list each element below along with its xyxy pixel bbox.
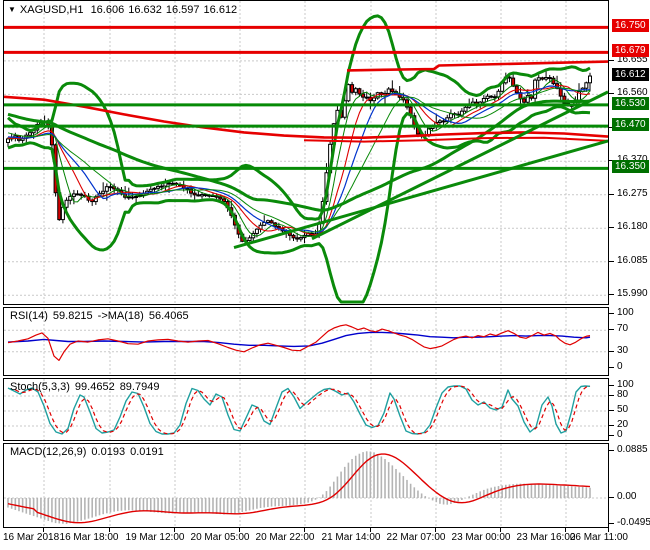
price-level-badge: 16.612: [612, 68, 649, 81]
stoch-d-value: 89.7949: [119, 381, 160, 393]
time-axis-label: 22 Mar 07:00: [386, 532, 446, 543]
axis-tick: [609, 261, 614, 262]
chart-title: ▼ XAGUSD,H1 16.606 16.632 16.597 16.612: [8, 4, 241, 16]
time-axis-label: 23 Mar 16:00: [516, 532, 576, 543]
rsi-ma-line: [7, 331, 591, 348]
axis-tick: [609, 313, 614, 314]
rsi-axis-label: 30: [617, 345, 629, 356]
time-axis[interactable]: 16 Mar 2018 16 Mar 18:00 19 Mar 12:00 20 Ma…: [3, 528, 650, 550]
price-level-badge: 16.530: [612, 97, 649, 110]
rsi-axis-label: 100: [617, 307, 634, 318]
ohlc-high: 16.632: [128, 4, 162, 16]
axis-tick: [609, 410, 614, 411]
stoch-k-value: 99.4652: [74, 381, 115, 393]
axis-tick: [609, 93, 614, 94]
stochastic-panel[interactable]: Stoch(5,3,3) 99.4652 89.7949: [3, 378, 609, 441]
axis-tick: [609, 425, 614, 426]
axis-tick: [609, 497, 614, 498]
axis-tick: [609, 367, 614, 368]
rsi-ma-value: 56.4065: [148, 310, 189, 322]
macd-panel[interactable]: MACD(12,26,9) 0.0193 0.0191: [3, 443, 609, 528]
time-axis-label: 16 Mar 18:00: [59, 532, 119, 543]
axis-tick: [609, 294, 614, 295]
rsi-axis-label: 0: [617, 361, 623, 372]
symbol-period-label: XAGUSD,H1: [19, 4, 84, 16]
rsi-axis-label: 70: [617, 323, 629, 334]
stoch-d-line: [15, 385, 591, 435]
time-axis-label: 20 Mar 22:00: [255, 532, 315, 543]
time-axis-label: 16 Mar 2018: [3, 532, 60, 543]
price-level-badge: 16.470: [612, 118, 649, 131]
price-level-badge: 16.350: [612, 160, 649, 173]
stoch-axis-label: 80: [617, 389, 629, 400]
axis-tick: [609, 395, 614, 396]
macd-value: 0.0193: [91, 446, 126, 458]
price-axis-label: 16.085: [617, 255, 648, 266]
axis-tick: [609, 329, 614, 330]
axis-tick: [609, 194, 614, 195]
price-axis-label: 15.990: [617, 288, 648, 299]
symbol-dropdown-icon[interactable]: ▼: [8, 5, 16, 14]
green-trendline: [233, 139, 608, 250]
long-red-ma-line: [4, 95, 608, 139]
time-axis-label: 19 Mar 12:00: [125, 532, 185, 543]
axis-tick: [609, 385, 614, 386]
macd-axis-label: 0.0885: [617, 444, 648, 455]
time-axis-label: 20 Mar 05:00: [190, 532, 250, 543]
macd-signal-value: 0.0191: [130, 446, 164, 458]
rsi-line: [7, 324, 591, 362]
rsi-label: RSI(14) 59.8215 ->MA(18) 56.4065: [10, 310, 189, 322]
macd-label: MACD(12,26,9) 0.0193 0.0191: [10, 446, 164, 458]
stoch-axis-label: 50: [617, 404, 629, 415]
ohlc-close: 16.612: [203, 4, 238, 16]
macd-histogram: [7, 451, 591, 524]
chart-window: ▼ XAGUSD,H1 16.606 16.632 16.597 16.612 RSI(…: [0, 0, 650, 550]
price-level-badge: 16.679: [612, 44, 649, 57]
time-axis-label: 21 Mar 14:00: [321, 532, 381, 543]
main-chart-panel[interactable]: ▼ XAGUSD,H1 16.606 16.632 16.597 16.612: [3, 0, 609, 305]
axis-tick: [609, 523, 614, 524]
macd-axis-label: 0.00: [617, 491, 637, 502]
price-axis-label: 16.275: [617, 188, 648, 199]
ohlc-low: 16.597: [165, 4, 200, 16]
ma-slow-green-line: [7, 99, 591, 212]
axis-tick: [609, 450, 614, 451]
ohlc-open: 16.606: [90, 4, 125, 16]
macd-axis-label: -0.0495: [617, 517, 650, 528]
axis-tick: [609, 435, 614, 436]
time-axis-label: 26 Mar 11:00: [569, 532, 628, 543]
time-axis-label: 23 Mar 00:00: [451, 532, 511, 543]
rsi-panel[interactable]: RSI(14) 59.8215 ->MA(18) 56.4065: [3, 307, 609, 376]
stoch-k-line: [7, 385, 591, 435]
axis-tick: [609, 227, 614, 228]
stochastic-label: Stoch(5,3,3) 99.4652 89.7949: [10, 381, 160, 393]
stoch-axis-label: 0: [617, 429, 623, 440]
rsi-value: 59.8215: [52, 310, 93, 322]
axis-tick: [609, 351, 614, 352]
price-axis-label: 16.180: [617, 221, 648, 232]
axis-tick: [609, 60, 614, 61]
price-axis[interactable]: 16.65516.56016.46516.37016.27516.18016.0…: [609, 0, 650, 528]
main-chart-canvas[interactable]: [4, 1, 608, 304]
price-level-badge: 16.750: [612, 19, 649, 32]
